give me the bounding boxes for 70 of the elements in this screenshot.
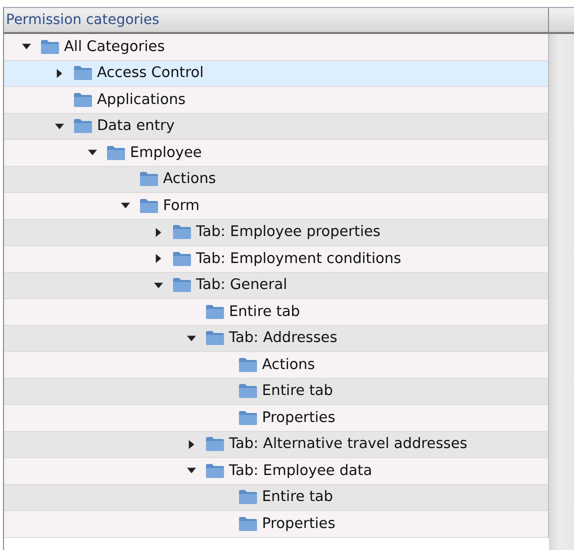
tree-label: All Categories xyxy=(64,38,165,55)
column-header xyxy=(549,8,574,34)
tree-label: Data entry xyxy=(97,118,175,134)
tree-label: Tab: Employee data xyxy=(229,462,372,479)
folder-icon xyxy=(238,489,258,506)
tree-row[interactable]: Access Control xyxy=(4,60,549,87)
tree-label: Employee xyxy=(130,144,202,161)
tree-row[interactable]: Tab: Addresses xyxy=(4,326,549,352)
expand-arrow-icon[interactable] xyxy=(154,228,162,237)
tree-label: Entire tab xyxy=(229,304,300,320)
tree-row[interactable]: Data entry xyxy=(4,114,549,140)
tree-row[interactable]: Entire tab xyxy=(4,299,549,326)
folder-icon xyxy=(139,198,159,214)
tree-label: Properties xyxy=(262,516,336,532)
folder-icon xyxy=(73,65,93,82)
folder-icon xyxy=(238,516,258,532)
expand-arrow-icon[interactable] xyxy=(54,68,64,78)
tree-row[interactable]: Applications xyxy=(4,87,549,114)
collapse-arrow-icon[interactable] xyxy=(22,42,30,52)
tree-row[interactable]: Actions xyxy=(4,166,549,193)
tree-label: Access Control xyxy=(97,65,204,82)
tree-label: Actions xyxy=(163,171,216,188)
tree-row[interactable]: All Categories xyxy=(4,34,549,60)
tree-row[interactable]: Tab: Employee data xyxy=(4,458,549,484)
tree-row[interactable]: Tab: Employee properties xyxy=(4,220,549,246)
folder-icon xyxy=(238,410,258,426)
folder-icon xyxy=(238,383,258,400)
folder-icon xyxy=(73,118,93,134)
folder-icon xyxy=(205,436,225,452)
tree-row[interactable]: Entire tab xyxy=(4,378,549,405)
folder-icon xyxy=(172,224,192,240)
collapse-arrow-icon[interactable] xyxy=(186,334,196,343)
expand-arrow-icon[interactable] xyxy=(154,254,162,264)
tree-label: Applications xyxy=(97,92,186,108)
collapse-arrow-icon[interactable] xyxy=(88,148,96,158)
tree-label: Form xyxy=(163,198,200,214)
tree-label: Entire tab xyxy=(262,489,334,506)
tree-label: Properties xyxy=(262,410,336,426)
tree-row[interactable]: Tab: General xyxy=(4,272,549,299)
tree-row[interactable]: Properties xyxy=(4,511,549,538)
collapse-arrow-icon[interactable] xyxy=(54,122,64,131)
folder-icon xyxy=(106,144,126,161)
folder-icon xyxy=(205,462,225,479)
folder-icon xyxy=(205,330,225,346)
folder-icon xyxy=(238,356,258,373)
tree-label: Tab: General xyxy=(196,277,288,294)
tree-row[interactable]: Properties xyxy=(4,405,549,432)
tree-row[interactable]: Form xyxy=(4,193,549,220)
tree-label: Tab: Employee properties xyxy=(196,224,380,240)
tree-label: Actions xyxy=(262,356,315,373)
tree-row[interactable]: Tab: Alternative travel addresses xyxy=(4,432,549,458)
folder-icon xyxy=(73,92,93,108)
folder-icon xyxy=(205,304,225,320)
folder-icon xyxy=(139,171,159,188)
expand-arrow-icon[interactable] xyxy=(186,440,196,449)
tree-row[interactable]: Employee xyxy=(4,140,549,166)
column-header[interactable]: Permission categories xyxy=(4,8,548,32)
folder-icon xyxy=(40,38,60,55)
tree-label: Tab: Employment conditions xyxy=(196,250,402,267)
tree-row[interactable]: Actions xyxy=(4,352,549,378)
tree-row[interactable]: Entire tab xyxy=(4,484,549,511)
folder-icon xyxy=(172,250,192,267)
collapse-arrow-icon[interactable] xyxy=(120,201,130,210)
collapse-arrow-icon[interactable] xyxy=(154,280,162,290)
tree-label: Tab: Alternative travel addresses xyxy=(229,436,468,452)
tree-label: Tab: Addresses xyxy=(229,330,338,346)
folder-icon xyxy=(172,277,192,294)
collapse-arrow-icon[interactable] xyxy=(186,466,196,476)
tree-row[interactable]: Tab: Employment conditions xyxy=(4,246,549,272)
tree-label: Entire tab xyxy=(262,383,334,400)
